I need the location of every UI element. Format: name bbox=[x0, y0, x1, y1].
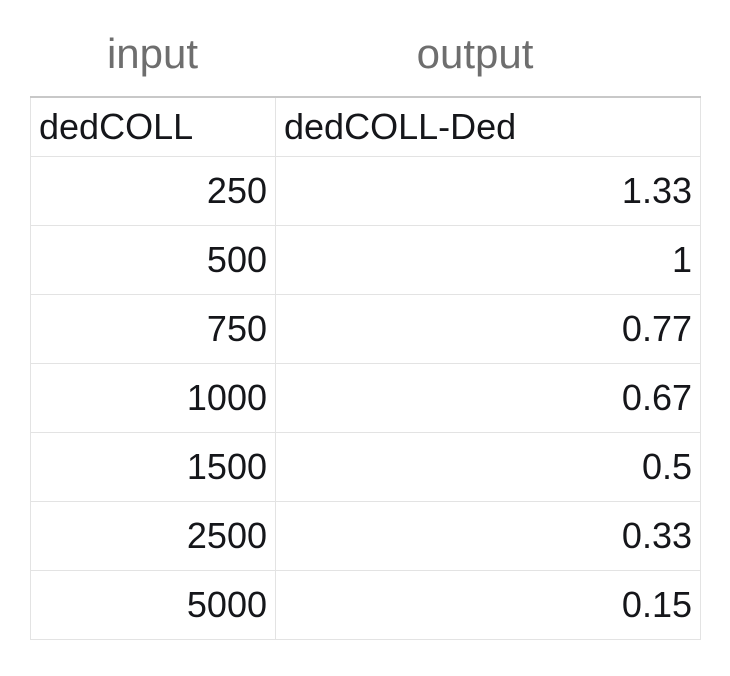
table-row: 5000 0.15 bbox=[30, 570, 701, 640]
table-row: 1500 0.5 bbox=[30, 432, 701, 502]
cell-output[interactable]: 1.33 bbox=[275, 156, 701, 226]
cell-output[interactable]: 0.15 bbox=[275, 570, 701, 640]
cell-output[interactable]: 0.5 bbox=[275, 432, 701, 502]
cell-output[interactable]: 0.33 bbox=[275, 501, 701, 571]
output-caption: output bbox=[416, 30, 534, 77]
cell-input[interactable]: 250 bbox=[30, 156, 276, 226]
cell-output[interactable]: 0.77 bbox=[275, 294, 701, 364]
cell-input[interactable]: 500 bbox=[30, 225, 276, 295]
table-header-row: dedCOLL dedCOLL-Ded bbox=[30, 96, 701, 157]
data-table-container: dedCOLL dedCOLL-Ded 250 1.33 500 1 750 0… bbox=[30, 96, 701, 640]
cell-output[interactable]: 0.67 bbox=[275, 363, 701, 433]
cell-input[interactable]: 1500 bbox=[30, 432, 276, 502]
cell-output[interactable]: 1 bbox=[275, 225, 701, 295]
data-table: dedCOLL dedCOLL-Ded 250 1.33 500 1 750 0… bbox=[30, 96, 701, 640]
cell-input[interactable]: 1000 bbox=[30, 363, 276, 433]
cell-input[interactable]: 2500 bbox=[30, 501, 276, 571]
table-body: dedCOLL dedCOLL-Ded 250 1.33 500 1 750 0… bbox=[30, 96, 701, 640]
header-cell-output[interactable]: dedCOLL-Ded bbox=[275, 96, 701, 157]
table-row: 250 1.33 bbox=[30, 156, 701, 226]
table-row: 2500 0.33 bbox=[30, 501, 701, 571]
table-row: 1000 0.67 bbox=[30, 363, 701, 433]
column-captions: input output bbox=[0, 24, 730, 86]
table-row: 500 1 bbox=[30, 225, 701, 295]
cell-input[interactable]: 5000 bbox=[30, 570, 276, 640]
header-cell-input[interactable]: dedCOLL bbox=[30, 96, 276, 157]
table-row: 750 0.77 bbox=[30, 294, 701, 364]
cell-input[interactable]: 750 bbox=[30, 294, 276, 364]
input-caption: input bbox=[106, 30, 199, 77]
table-screenshot: input output dedCOLL dedCOLL-Ded 250 1.3… bbox=[0, 0, 730, 676]
